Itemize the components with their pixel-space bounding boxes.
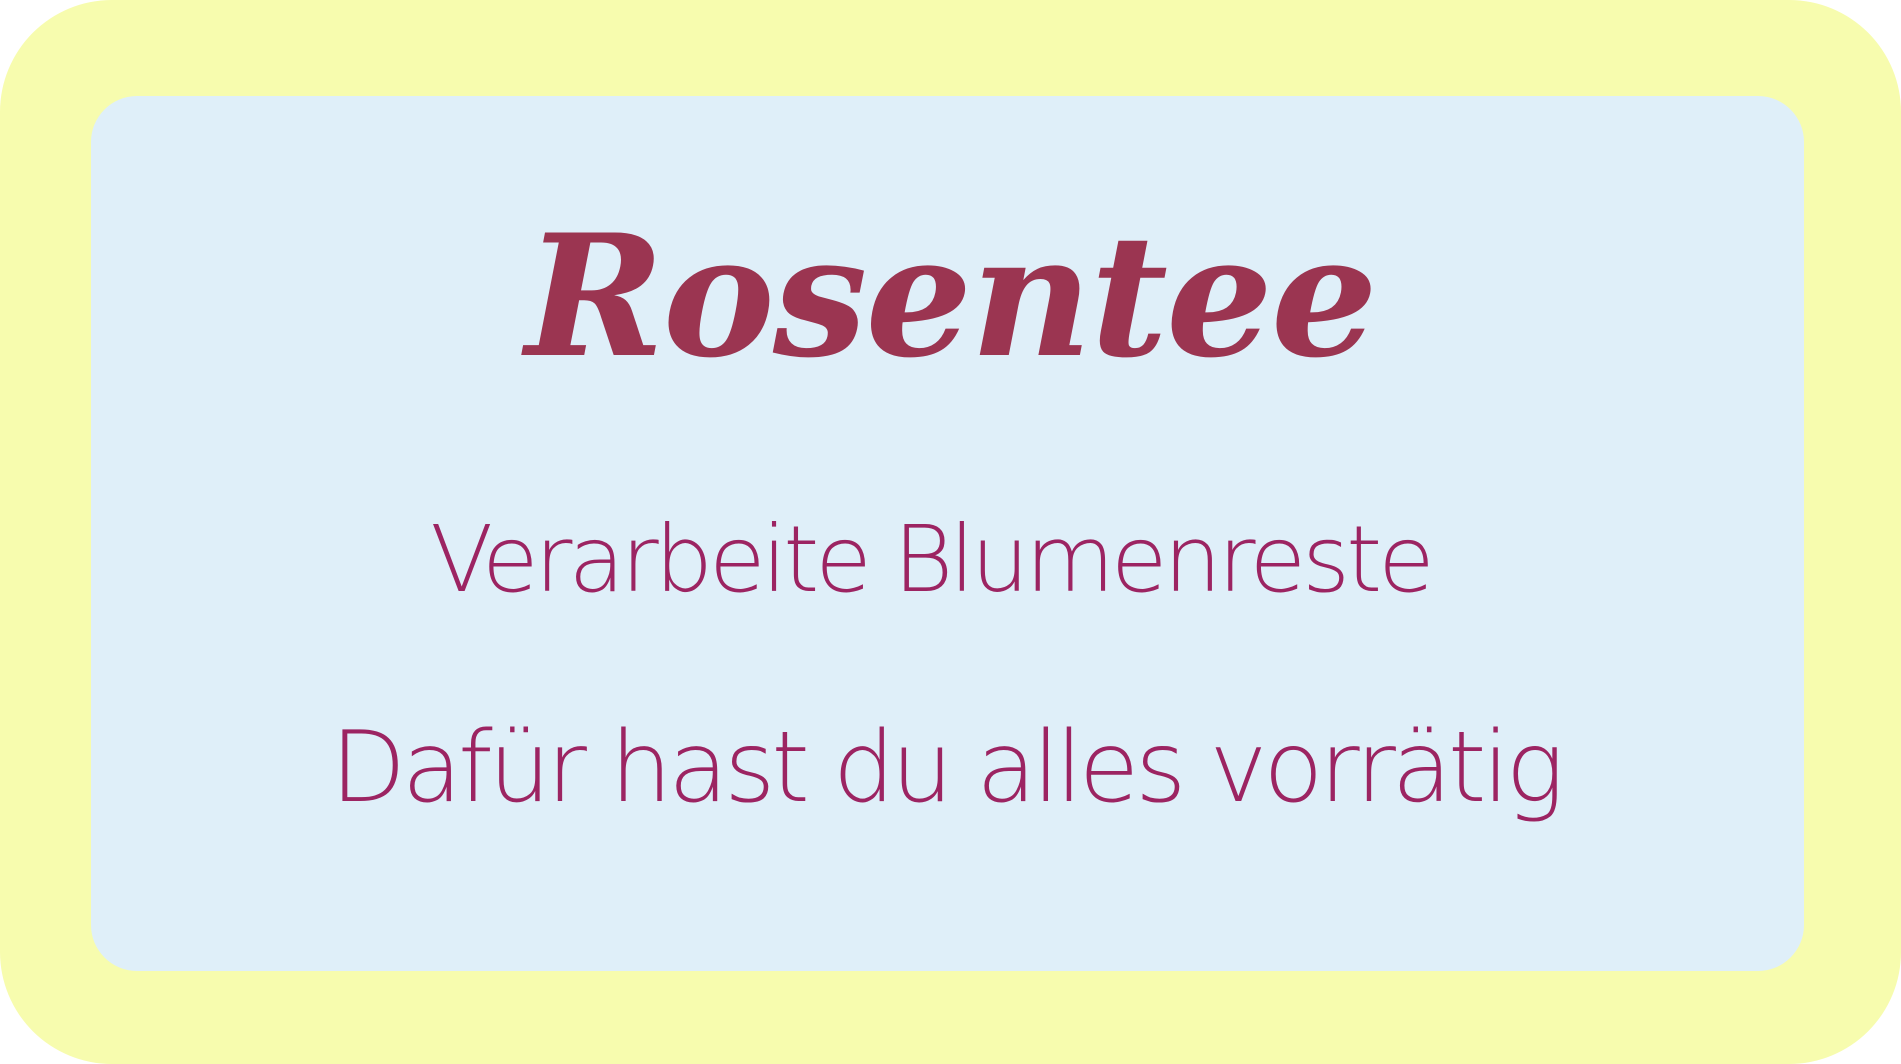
card-subtitle-2: Dafür hast du alles vorrätig bbox=[330, 711, 1565, 825]
card-title: Rosentee bbox=[525, 197, 1378, 395]
card-subtitle-1: Verarbeite Blumenreste bbox=[430, 506, 1435, 613]
